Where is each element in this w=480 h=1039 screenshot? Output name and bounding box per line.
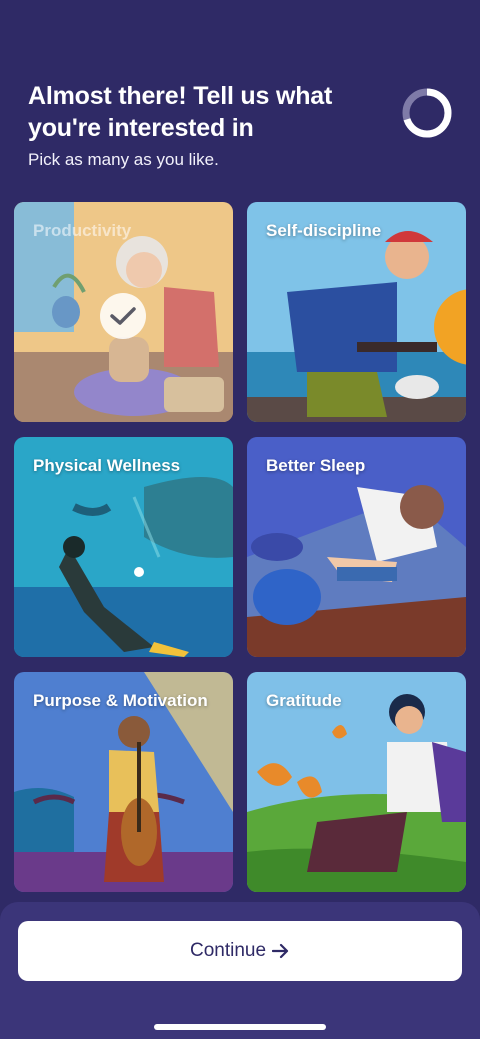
- topic-grid: Productivity Self-discipline Physical We…: [14, 202, 466, 892]
- progress-ring: [402, 88, 452, 138]
- bottom-sheet: Continue: [0, 902, 480, 1039]
- topic-label: Gratitude: [266, 691, 342, 710]
- topic-label: Purpose & Motivation: [33, 691, 208, 710]
- topic-card-productivity[interactable]: Productivity: [14, 202, 233, 422]
- checkmark-icon: [100, 293, 146, 339]
- topic-card-self-discipline[interactable]: Self-discipline: [247, 202, 466, 422]
- continue-button[interactable]: Continue: [18, 921, 462, 981]
- topic-label: Better Sleep: [266, 456, 366, 475]
- topic-card-physical-wellness[interactable]: Physical Wellness: [14, 437, 233, 657]
- page-subtitle: Pick as many as you like.: [28, 150, 219, 169]
- topic-card-gratitude[interactable]: Gratitude: [247, 672, 466, 892]
- topic-label: Self-discipline: [266, 221, 382, 240]
- topic-card-purpose-motivation[interactable]: Purpose & Motivation: [14, 672, 233, 892]
- topic-label: Physical Wellness: [33, 456, 181, 475]
- header: Almost there! Tell us what you're intere…: [28, 80, 388, 170]
- home-indicator: [154, 1024, 326, 1030]
- page-title: Almost there! Tell us what you're intere…: [28, 82, 333, 142]
- topic-label: Productivity: [33, 221, 132, 240]
- arrow-right-icon: [272, 943, 289, 959]
- topic-card-better-sleep[interactable]: Better Sleep: [247, 437, 466, 657]
- continue-label: Continue: [189, 940, 267, 961]
